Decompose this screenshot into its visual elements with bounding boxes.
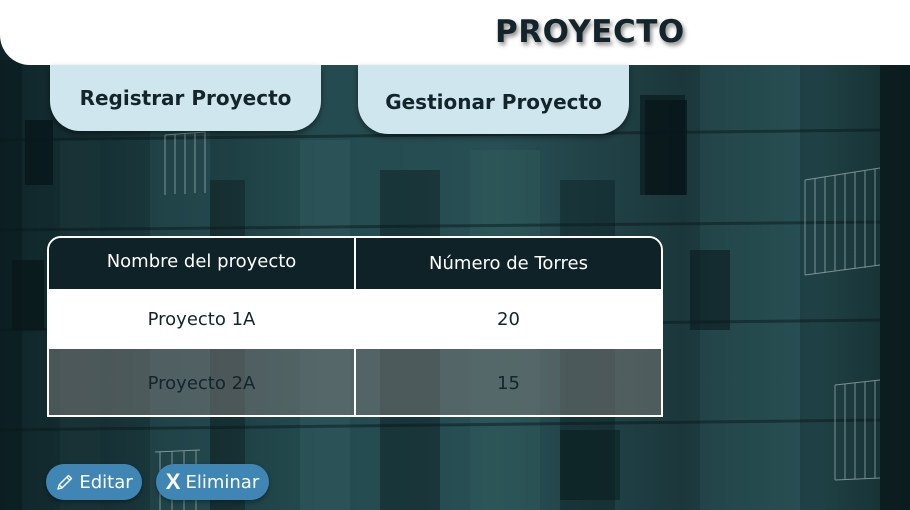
table-row[interactable]: Proyecto 1A 20 <box>49 289 661 349</box>
edit-label: Editar <box>79 471 133 493</box>
project-name-cell: Proyecto 1A <box>49 289 356 349</box>
tower-count-cell: 15 <box>497 372 520 394</box>
table-row[interactable]: Proyecto 2A 15 <box>49 349 661 415</box>
page-title: PROYECTO <box>495 14 685 50</box>
table-header-row: Nombre del proyecto Número de Torres <box>49 238 661 289</box>
column-header-tower-count: Número de Torres <box>429 253 588 274</box>
delete-button[interactable]: X Eliminar <box>156 464 269 500</box>
edit-button[interactable]: Editar <box>46 464 142 500</box>
manage-project-tab[interactable]: Gestionar Proyecto <box>358 65 629 134</box>
header-bar: PROYECTO <box>0 0 910 65</box>
pencil-icon <box>55 472 75 492</box>
delete-label: Eliminar <box>185 471 260 493</box>
register-project-tab[interactable]: Registrar Proyecto <box>50 65 321 131</box>
project-name-cell: Proyecto 2A <box>49 349 356 415</box>
close-icon: X <box>165 469 181 494</box>
tower-count-cell: 20 <box>497 308 520 330</box>
column-header-project-name: Nombre del proyecto <box>49 238 356 289</box>
projects-table: Nombre del proyecto Número de Torres Pro… <box>47 236 663 417</box>
